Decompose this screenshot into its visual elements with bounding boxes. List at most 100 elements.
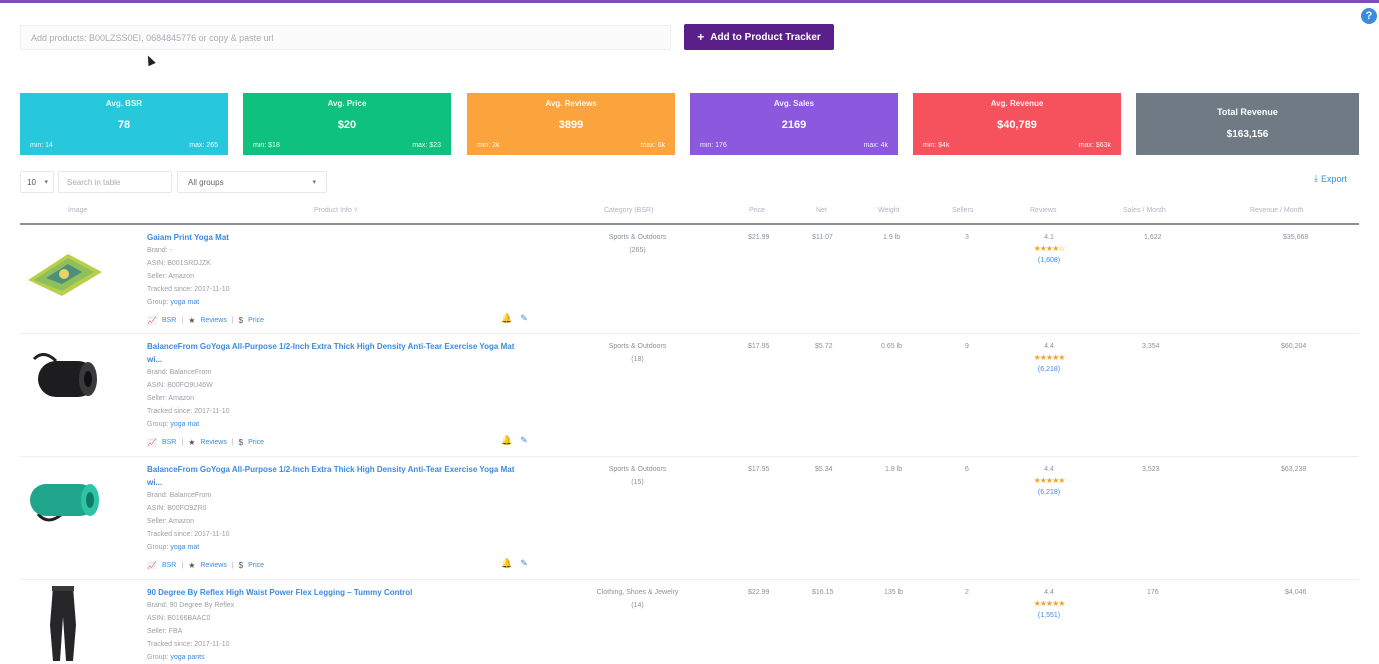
sellers-cell: 9 xyxy=(965,343,969,350)
group-link[interactable]: yoga mat xyxy=(170,544,199,551)
col-header-net[interactable]: Net xyxy=(816,207,827,214)
price-cell: $17.95 xyxy=(748,466,770,473)
product-image-teal-yoga-mat[interactable] xyxy=(24,474,104,530)
product-title-link[interactable]: BalanceFrom GoYoga All-Purpose 1/2-Inch … xyxy=(147,463,514,476)
group-filter-select[interactable]: All groups ▾ xyxy=(177,171,327,193)
stat-value: 3899 xyxy=(558,119,584,131)
bell-icon[interactable]: 🔔 xyxy=(501,435,512,446)
review-count-link[interactable]: (6,218) xyxy=(1023,363,1075,376)
price-link[interactable]: Price xyxy=(248,439,264,446)
col-header-sales-month[interactable]: Sales / Month xyxy=(1123,207,1166,214)
col-header-image: Image xyxy=(68,207,88,214)
bsr-link[interactable]: BSR xyxy=(162,562,176,569)
col-header-sellers[interactable]: Sellers xyxy=(952,207,973,214)
separator: | xyxy=(231,562,234,569)
price-link[interactable]: Price xyxy=(248,317,264,324)
product-asin: ASIN: B00FO9U46W xyxy=(147,382,213,389)
revenue-month-cell: $63,238 xyxy=(1281,466,1307,473)
table-header: Image Product Info ˅ Category (BSR) Pric… xyxy=(20,200,1359,225)
help-icon[interactable]: ? xyxy=(1361,8,1377,24)
add-to-tracker-button[interactable]: + Add to Product Tracker xyxy=(684,24,834,50)
page-size-select[interactable]: 10 ▾ xyxy=(20,171,54,193)
product-image-yoga-mat[interactable] xyxy=(24,244,104,296)
reviews-cell: 4.4 ★★★★★ (6,218) xyxy=(1023,340,1075,376)
product-title-continued[interactable]: wi... xyxy=(147,476,514,489)
product-image-black-yoga-mat[interactable] xyxy=(24,347,104,407)
review-count-link[interactable]: (1,608) xyxy=(1023,254,1075,267)
pencil-icon[interactable]: ✎ xyxy=(520,558,528,569)
export-label: Export xyxy=(1320,173,1347,184)
product-image-black-leggings[interactable] xyxy=(38,585,88,663)
rating-stars-icon: ★★★★☆ xyxy=(1033,244,1066,253)
col-header-reviews[interactable]: Reviews xyxy=(1030,207,1056,214)
group-filter-value: All groups xyxy=(188,178,224,187)
reviews-link[interactable]: Reviews xyxy=(200,562,226,569)
product-tracked-since: Tracked since: 2017-11-10 xyxy=(147,531,230,538)
group-link[interactable]: yoga mat xyxy=(170,421,199,428)
sellers-cell: 3 xyxy=(965,234,969,241)
row-tools: 🔔 ✎ xyxy=(501,558,528,569)
stat-card-avg-reviews: Avg. Reviews 3899 min: 2k max: 6k xyxy=(467,93,675,155)
review-count-link[interactable]: (1,551) xyxy=(1023,609,1075,622)
chart-line-icon: 📈 xyxy=(147,561,157,570)
product-title-continued[interactable]: wi... xyxy=(147,353,514,366)
group-link[interactable]: yoga mat xyxy=(170,299,199,306)
product-asin: ASIN: B00FO9ZR0 xyxy=(147,505,207,512)
col-header-product-info-label: Product Info xyxy=(314,207,352,214)
net-cell: $5.34 xyxy=(815,466,833,473)
bell-icon[interactable]: 🔔 xyxy=(501,558,512,569)
product-brand: Brand: BalanceFrom xyxy=(147,492,212,499)
price-cell: $22.99 xyxy=(748,589,770,596)
bsr-link[interactable]: BSR xyxy=(162,317,176,324)
reviews-cell: 4.1 ★★★★☆ (1,608) xyxy=(1023,231,1075,267)
stat-label: Avg. Reviews xyxy=(545,99,597,108)
product-title-link[interactable]: Gaiam Print Yoga Mat xyxy=(147,231,230,244)
rating-stars-icon: ★★★★★ xyxy=(1033,353,1066,362)
reviews-link[interactable]: Reviews xyxy=(200,439,226,446)
stat-value: $163,156 xyxy=(1226,129,1269,140)
sales-month-cell: 3,354 xyxy=(1142,343,1160,350)
reviews-link[interactable]: Reviews xyxy=(200,317,226,324)
weight-cell: 135 lb xyxy=(884,589,904,596)
product-seller: Seller: FBA xyxy=(147,628,183,635)
col-header-category[interactable]: Category (BSR) xyxy=(604,207,653,214)
add-products-input[interactable] xyxy=(20,25,671,50)
col-header-price[interactable]: Price xyxy=(749,207,765,214)
rating-stars-icon: ★★★★★ xyxy=(1033,599,1066,608)
stat-min: min: 2k xyxy=(477,142,500,149)
product-asin: ASIN: B001SRDJZK xyxy=(147,260,211,267)
category-rank: (14) xyxy=(631,602,644,609)
product-details: 90 Degree By Reflex High Waist Power Fle… xyxy=(147,586,412,664)
group-link[interactable]: yoga pants xyxy=(170,654,204,661)
category-name: Sports & Outdoors xyxy=(608,466,667,473)
price-link[interactable]: Price xyxy=(248,562,264,569)
bsr-link[interactable]: BSR xyxy=(162,439,176,446)
bell-icon[interactable]: 🔔 xyxy=(501,313,512,324)
row-actions: 📈 BSR | ★ Reviews | $ Price xyxy=(147,316,264,325)
group-label: Group: xyxy=(147,544,169,551)
review-count-link[interactable]: (6,218) xyxy=(1023,486,1075,499)
table-search-input[interactable] xyxy=(58,171,172,193)
stat-label: Avg. Price xyxy=(327,99,367,108)
col-header-product-info[interactable]: Product Info ˅ xyxy=(314,207,358,214)
chevron-down-icon: ▾ xyxy=(312,179,316,186)
category-cell: Sports & Outdoors (265) xyxy=(590,231,685,257)
price-cell: $17.95 xyxy=(748,343,770,350)
category-cell: Sports & Outdoors (18) xyxy=(590,340,685,366)
product-title-link[interactable]: BalanceFrom GoYoga All-Purpose 1/2-Inch … xyxy=(147,340,514,353)
group-label: Group: xyxy=(147,654,169,661)
pencil-icon[interactable]: ✎ xyxy=(520,313,528,324)
sellers-cell: 6 xyxy=(965,466,969,473)
stat-label: Avg. BSR xyxy=(105,99,143,108)
star-icon: ★ xyxy=(188,438,196,447)
col-header-revenue-month[interactable]: Revenue / Month xyxy=(1250,207,1303,214)
col-header-weight[interactable]: Weight xyxy=(878,207,900,214)
product-title-link[interactable]: 90 Degree By Reflex High Waist Power Fle… xyxy=(147,586,412,599)
stat-max: max: 265 xyxy=(189,142,218,149)
pencil-icon[interactable]: ✎ xyxy=(520,435,528,446)
rating-stars-icon: ★★★★★ xyxy=(1033,476,1066,485)
page-size-value: 10 xyxy=(27,178,36,187)
rating-value: 4.4 xyxy=(1044,466,1054,473)
product-brand: Brand: - xyxy=(147,247,172,254)
export-button[interactable]: ⤓ Export xyxy=(1314,173,1347,184)
